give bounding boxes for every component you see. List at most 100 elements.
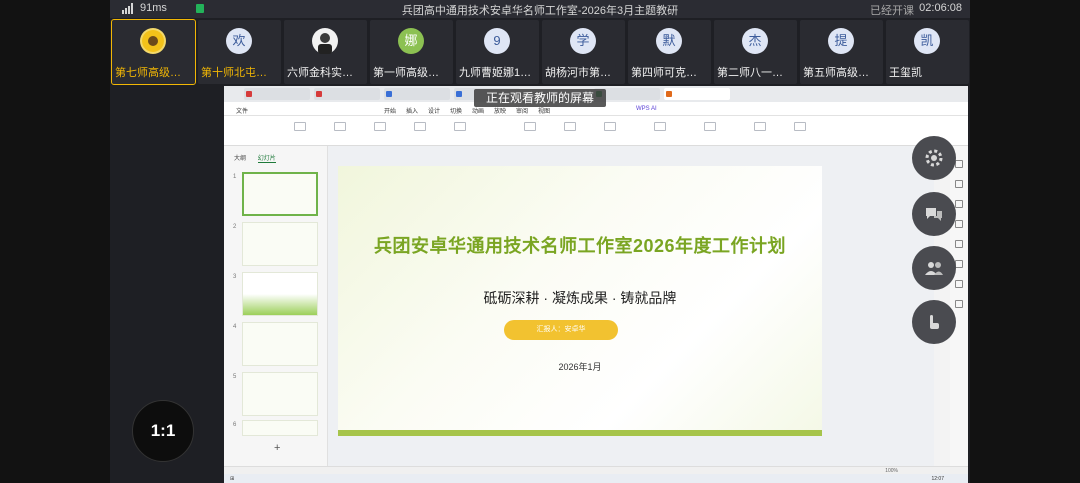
slide-thumbnail[interactable] bbox=[242, 372, 318, 416]
participant-strip[interactable]: 第七师高级… 欢 第十师北屯… 六师金科实… 娜 第一师高级… 9 九师曹姬娜1… bbox=[110, 18, 970, 86]
os-taskbar: ⊞ 12:07 bbox=[224, 474, 968, 483]
photo-avatar bbox=[312, 28, 338, 54]
thumb-number: 1 bbox=[233, 174, 237, 180]
slide-thumbnail[interactable] bbox=[242, 420, 318, 436]
browser-tab[interactable] bbox=[244, 88, 310, 100]
new-slide-icon[interactable] bbox=[414, 122, 426, 131]
participant-name: 九师曹姬娜1… bbox=[459, 67, 532, 79]
avatar: 杰 bbox=[742, 28, 768, 54]
shared-screen[interactable]: 文件 开始 插入 设计 切换 动画 放映 审阅 视图 WPS AI 大纲 幻灯片… bbox=[224, 86, 968, 483]
slide-thumbnail[interactable] bbox=[242, 322, 318, 366]
menu-item[interactable]: 插入 bbox=[406, 106, 418, 115]
paste-icon[interactable] bbox=[294, 122, 306, 131]
menu-item[interactable]: 设计 bbox=[428, 106, 440, 115]
avatar: 学 bbox=[570, 28, 596, 54]
format-painter-icon[interactable] bbox=[334, 122, 346, 131]
aspect-ratio-button[interactable]: 1:1 bbox=[132, 400, 194, 462]
thumb-number: 5 bbox=[233, 374, 237, 380]
slide-footer-bar bbox=[338, 430, 822, 436]
participant-name: 王玺凯 bbox=[889, 67, 922, 79]
menu-item[interactable]: 开始 bbox=[384, 106, 396, 115]
chat-button[interactable] bbox=[912, 192, 956, 236]
thumb-number: 3 bbox=[233, 274, 237, 280]
participant-tile[interactable]: 提 第五师高级… bbox=[800, 20, 883, 84]
menu-item[interactable]: 动画 bbox=[472, 106, 484, 115]
panel-tabs: 大纲 幻灯片 bbox=[234, 153, 286, 163]
tool-icon[interactable] bbox=[955, 300, 963, 308]
slide-thumbnail[interactable] bbox=[242, 272, 318, 316]
participant-name: 第十师北屯… bbox=[201, 67, 267, 79]
settings-button[interactable] bbox=[912, 136, 956, 180]
slide-thumbnail-panel[interactable]: 大纲 幻灯片 1 2 3 4 5 6 + bbox=[224, 146, 328, 466]
tool-icon[interactable] bbox=[955, 280, 963, 288]
avatar: 凯 bbox=[914, 28, 940, 54]
meeting-time: 02:06:08 bbox=[919, 2, 962, 14]
menu-item[interactable]: 审阅 bbox=[516, 106, 528, 115]
hand-icon bbox=[930, 315, 939, 329]
layout-icon[interactable] bbox=[454, 122, 466, 131]
slide-canvas: 兵团安卓华通用技术名师工作室2026年度工作计划 砥砺深耕 · 凝炼成果 · 铸… bbox=[328, 146, 934, 466]
recording-label: 已经开课 bbox=[870, 5, 914, 17]
browser-tab[interactable] bbox=[314, 88, 380, 100]
play-icon[interactable] bbox=[374, 122, 386, 131]
participant-tile[interactable]: 凯 王玺凯 bbox=[886, 20, 969, 84]
participant-name: 胡杨河市第… bbox=[545, 67, 611, 79]
thumb-number: 4 bbox=[233, 324, 237, 330]
participant-tile[interactable]: 第七师高级… bbox=[111, 19, 196, 85]
slide-subtitle: 砥砺深耕 · 凝炼成果 · 铸就品牌 bbox=[483, 290, 677, 306]
participant-name: 六师金科实… bbox=[287, 67, 353, 79]
tab-slides[interactable]: 幻灯片 bbox=[257, 156, 276, 163]
gear-icon bbox=[925, 149, 943, 167]
participant-tile[interactable]: 欢 第十师北屯… bbox=[198, 20, 281, 84]
taskbar-clock: 12:07 bbox=[931, 476, 944, 482]
tool-icon[interactable] bbox=[955, 240, 963, 248]
tool-icon[interactable] bbox=[955, 160, 963, 168]
tool-icon[interactable] bbox=[955, 200, 963, 208]
watching-notice: 正在观看教师的屏幕 bbox=[474, 89, 606, 107]
participant-name: 第一师高级… bbox=[373, 67, 439, 79]
shape-icon[interactable] bbox=[654, 122, 666, 131]
tab-outline[interactable]: 大纲 bbox=[234, 156, 246, 162]
bold-icon[interactable] bbox=[564, 122, 576, 131]
slide-thumbnail[interactable] bbox=[242, 222, 318, 266]
avatar: 欢 bbox=[226, 28, 252, 54]
avatar: 9 bbox=[484, 28, 510, 54]
ribbon-toolbar bbox=[224, 116, 968, 146]
select-icon[interactable] bbox=[794, 122, 806, 131]
participant-name: 第二师八一… bbox=[717, 67, 783, 79]
participant-tile[interactable]: 默 第四师可克… bbox=[628, 20, 711, 84]
meeting-app: 91ms 兵团高中通用技术安卓华名师工作室-2026年3月主题教研 已经开课 0… bbox=[110, 0, 970, 483]
tool-icon[interactable] bbox=[955, 220, 963, 228]
menu-item[interactable]: 切换 bbox=[450, 106, 462, 115]
meeting-title: 兵团高中通用技术安卓华名师工作室-2026年3月主题教研 bbox=[401, 5, 679, 17]
align-icon[interactable] bbox=[604, 122, 616, 131]
slide-title: 兵团安卓华通用技术名师工作室2026年度工作计划 bbox=[373, 236, 787, 256]
arrange-icon[interactable] bbox=[704, 122, 716, 131]
find-icon[interactable] bbox=[754, 122, 766, 131]
participant-tile[interactable]: 六师金科实… bbox=[284, 20, 367, 84]
menu-item-ai[interactable]: WPS AI bbox=[636, 106, 657, 112]
tool-icon[interactable] bbox=[955, 260, 963, 268]
raise-hand-button[interactable] bbox=[912, 300, 956, 344]
participant-tile[interactable]: 杰 第二师八一… bbox=[714, 20, 797, 84]
menu-item[interactable]: 视图 bbox=[538, 106, 550, 115]
avatar: 默 bbox=[656, 28, 682, 54]
slide[interactable]: 兵团安卓华通用技术名师工作室2026年度工作计划 砥砺深耕 · 凝炼成果 · 铸… bbox=[338, 166, 822, 436]
menu-item[interactable]: 放映 bbox=[494, 106, 506, 115]
editor-status-bar: 100% bbox=[224, 466, 968, 474]
menu-item[interactable]: 文件 bbox=[236, 106, 248, 115]
avatar: 提 bbox=[828, 28, 854, 54]
browser-tab-active[interactable] bbox=[664, 88, 730, 100]
members-button[interactable] bbox=[912, 246, 956, 290]
slide-date: 2026年1月 bbox=[558, 362, 602, 372]
participant-tile[interactable]: 学 胡杨河市第… bbox=[542, 20, 625, 84]
font-icon[interactable] bbox=[524, 122, 536, 131]
avatar: 娜 bbox=[398, 28, 424, 54]
tool-icon[interactable] bbox=[955, 180, 963, 188]
slide-thumbnail-selected[interactable] bbox=[242, 172, 318, 216]
start-icon[interactable]: ⊞ bbox=[230, 476, 234, 482]
participant-tile[interactable]: 娜 第一师高级… bbox=[370, 20, 453, 84]
browser-tab[interactable] bbox=[384, 88, 450, 100]
participant-tile[interactable]: 9 九师曹姬娜1… bbox=[456, 20, 539, 84]
add-slide-button[interactable]: + bbox=[274, 442, 280, 454]
